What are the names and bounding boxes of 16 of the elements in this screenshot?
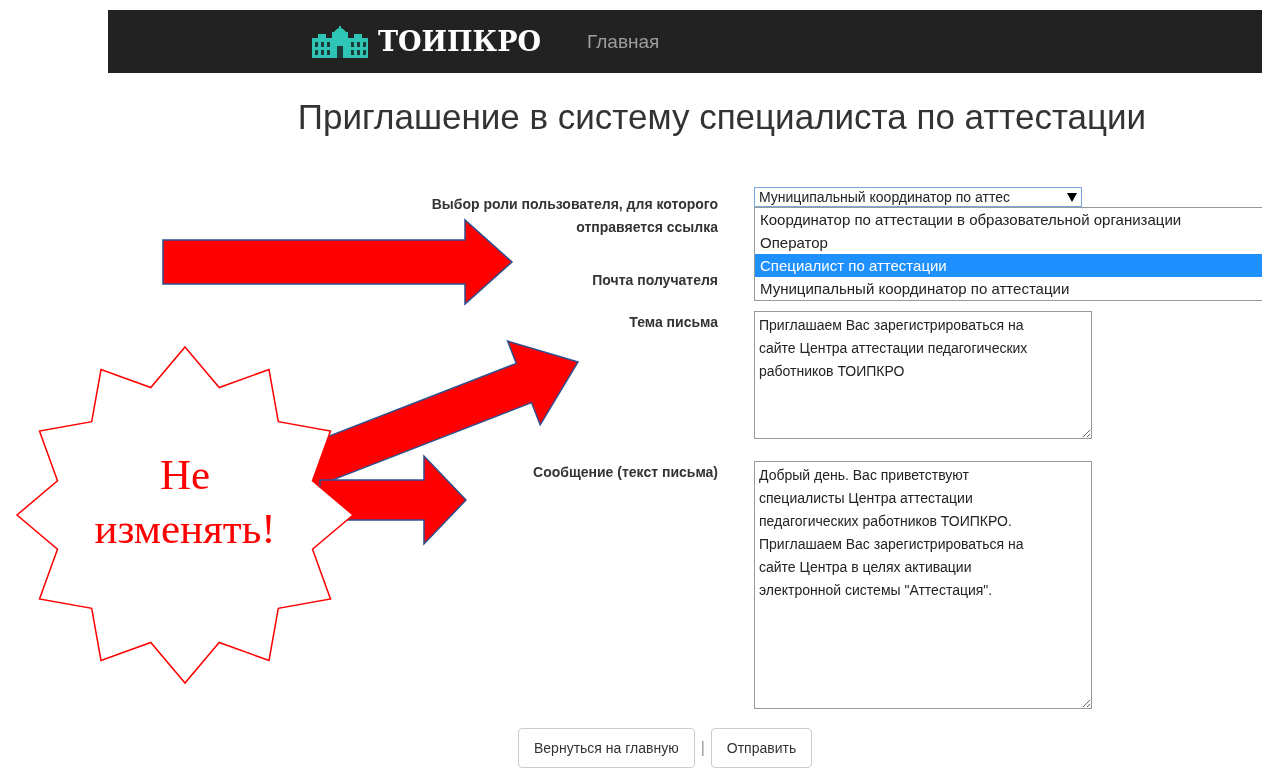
dropdown-caret-icon (1067, 192, 1077, 202)
field-label: Тема письма (629, 313, 718, 332)
field-label: Сообщение (текст письма) (533, 463, 718, 482)
text-area[interactable]: Приглашаем Вас зарегистрироваться на сайте Центра аттестации педагогических работников ТОИПКРО (754, 311, 1092, 439)
back-button[interactable]: Вернуться на главную (518, 728, 695, 768)
field-label: Выбор роли пользователя, для которого отправяется ссылка (430, 195, 718, 237)
role-select[interactable]: Муниципальный координатор по аттес (754, 187, 1082, 207)
building-logo-icon (312, 25, 368, 58)
field-label: Почта получателя (592, 271, 718, 290)
brand-name: ТОИПКРО (378, 26, 541, 57)
button-separator: | (700, 739, 705, 757)
nav-link[interactable]: Главная (587, 30, 660, 53)
page-title: Приглашение в систему специалиста по аттестации (296, 97, 1148, 138)
send-button[interactable]: Отправить (710, 728, 813, 768)
text-area[interactable]: Добрый день. Вас приветствуют специалисты Центра аттестации педагогических работников ТОИПКРО. Приглашаем Вас зарегистрироваться на сайте Центра в целях активации электронной системы "Аттестация". (754, 461, 1092, 709)
warning-text: Не изменять! (93, 450, 277, 554)
